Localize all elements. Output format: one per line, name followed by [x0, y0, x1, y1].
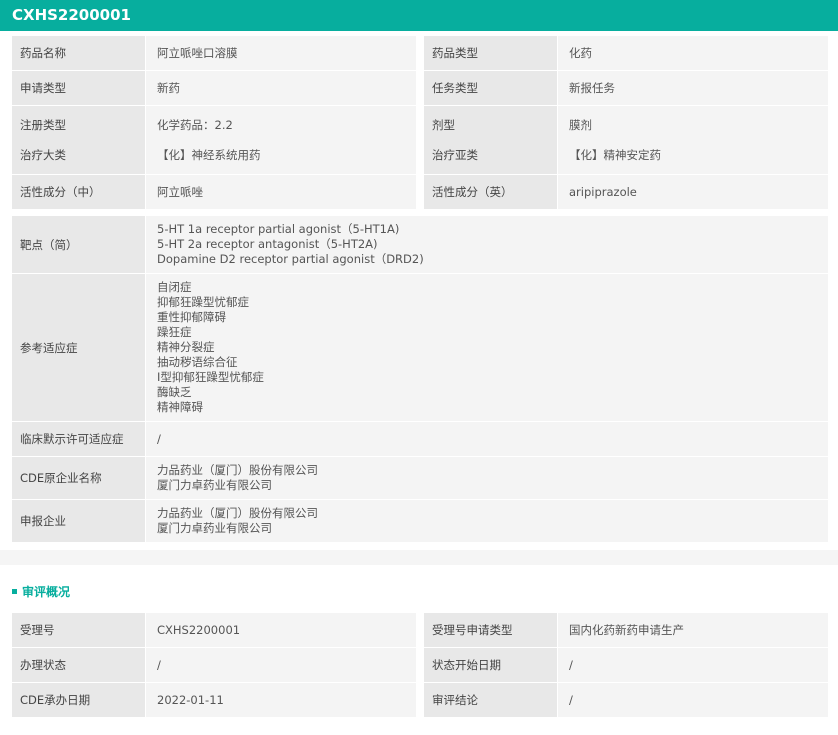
field-value: 力品药业（厦门）股份有限公司 厦门力卓药业有限公司: [146, 500, 828, 542]
value-line: 自闭症: [157, 280, 192, 294]
field-label: 任务类型: [424, 71, 557, 105]
field-label: 临床默示许可适应症: [12, 422, 145, 456]
section-divider: [0, 550, 838, 565]
value-line: 重性抑郁障碍: [157, 310, 226, 324]
info-row: 剂型 治疗亚类 膜剂 【化】精神安定药: [424, 106, 828, 174]
field-value: /: [146, 648, 416, 682]
value-line: 躁狂症: [157, 325, 192, 339]
value-line: I型抑郁狂躁型忧郁症: [157, 370, 264, 384]
field-value-text: 化学药品：2.2: [157, 118, 233, 132]
detail-row: CDE原企业名称 力品药业（厦门）股份有限公司 厦门力卓药业有限公司: [12, 457, 828, 499]
field-value: 国内化药新药申请生产: [558, 613, 828, 647]
field-value: 力品药业（厦门）股份有限公司 厦门力卓药业有限公司: [146, 457, 828, 499]
field-label-text: 注册类型: [20, 118, 66, 132]
field-label: 药品名称: [12, 36, 145, 70]
detail-row: 申报企业 力品药业（厦门）股份有限公司 厦门力卓药业有限公司: [12, 500, 828, 542]
info-row: 申请类型 新药: [12, 71, 416, 105]
field-label: 活性成分（中）: [12, 175, 145, 209]
value-line: 厦门力卓药业有限公司: [157, 521, 272, 535]
field-label: CDE原企业名称: [12, 457, 145, 499]
field-label: 参考适应症: [12, 274, 145, 421]
value-line: /: [157, 431, 161, 446]
field-value: /: [558, 648, 828, 682]
field-label: 药品类型: [424, 36, 557, 70]
field-label: CDE承办日期: [12, 683, 145, 717]
detail-row: 参考适应症 自闭症 抑郁狂躁型忧郁症 重性抑郁障碍 躁狂症 精神分裂症 抽动秽语综合征 I型抑…: [12, 274, 828, 421]
field-value: /: [146, 422, 828, 456]
value-line: 抑郁狂躁型忧郁症: [157, 295, 249, 309]
field-value: 阿立哌唑口溶膜: [146, 36, 416, 70]
field-label: 办理状态: [12, 648, 145, 682]
field-value: /: [558, 683, 828, 717]
review-row: 受理号 CXHS2200001: [12, 613, 416, 647]
field-label-text: 治疗亚类: [432, 148, 478, 162]
detail-row: 靶点（简） 5-HT 1a receptor partial agonist（5-…: [12, 216, 828, 273]
review-info-table: 受理号 CXHS2200001 受理号申请类型 国内化药新药申请生产 办理状态 / 状态开始…: [12, 613, 828, 717]
detail-row: 临床默示许可适应症 /: [12, 422, 828, 456]
field-value: 化药: [558, 36, 828, 70]
field-value-text: 膜剂: [569, 118, 592, 132]
field-label: 注册类型 治疗大类: [12, 106, 145, 174]
info-row: 药品类型 化药: [424, 36, 828, 70]
value-line: 精神障碍: [157, 400, 203, 414]
square-bullet-icon: [12, 589, 17, 594]
field-label: 审评结论: [424, 683, 557, 717]
review-row: CDE承办日期 2022-01-11: [12, 683, 416, 717]
field-label: 申报企业: [12, 500, 145, 542]
field-value: CXHS2200001: [146, 613, 416, 647]
info-row: 注册类型 治疗大类 化学药品：2.2 【化】神经系统用药: [12, 106, 416, 174]
field-value: 2022-01-11: [146, 683, 416, 717]
info-row: 活性成分（英） aripiprazole: [424, 175, 828, 209]
field-label: 活性成分（英）: [424, 175, 557, 209]
review-row: 状态开始日期 /: [424, 648, 828, 682]
field-label-text: 治疗大类: [20, 148, 66, 162]
field-value: 自闭症 抑郁狂躁型忧郁症 重性抑郁障碍 躁狂症 精神分裂症 抽动秽语综合征 I型抑郁狂躁型忧…: [146, 274, 828, 421]
value-line: 力品药业（厦门）股份有限公司: [157, 506, 318, 520]
field-label: 状态开始日期: [424, 648, 557, 682]
field-value-text: 【化】精神安定药: [569, 148, 661, 162]
field-value: 阿立哌唑: [146, 175, 416, 209]
field-label: 靶点（简）: [12, 216, 145, 273]
value-line: 酶缺乏: [157, 385, 192, 399]
field-value: aripiprazole: [558, 175, 828, 209]
application-number-title: CXHS2200001: [12, 6, 131, 24]
field-label-text: 剂型: [432, 118, 455, 132]
value-line: 精神分裂症: [157, 340, 215, 354]
field-value-text: 【化】神经系统用药: [157, 148, 261, 162]
field-label: 剂型 治疗亚类: [424, 106, 557, 174]
value-line: 5-HT 1a receptor partial agonist（5-HT1A): [157, 222, 400, 236]
review-row: 审评结论 /: [424, 683, 828, 717]
review-section-title: 审评概况: [0, 565, 838, 613]
detail-info-table: 靶点（简） 5-HT 1a receptor partial agonist（5-…: [12, 216, 828, 542]
field-label: 受理号申请类型: [424, 613, 557, 647]
info-row: 活性成分（中） 阿立哌唑: [12, 175, 416, 209]
review-row: 受理号申请类型 国内化药新药申请生产: [424, 613, 828, 647]
field-label: 申请类型: [12, 71, 145, 105]
field-value: 化学药品：2.2 【化】神经系统用药: [146, 106, 416, 174]
review-row: 办理状态 /: [12, 648, 416, 682]
page-header: CXHS2200001: [0, 0, 838, 31]
value-line: Dopamine D2 receptor partial agonist（DRD…: [157, 252, 424, 266]
value-line: 抽动秽语综合征: [157, 355, 238, 369]
info-row: 药品名称 阿立哌唑口溶膜: [12, 36, 416, 70]
value-line: 力品药业（厦门）股份有限公司: [157, 463, 318, 477]
field-label: 受理号: [12, 613, 145, 647]
info-row: 任务类型 新报任务: [424, 71, 828, 105]
value-line: 厦门力卓药业有限公司: [157, 478, 272, 492]
field-value: 新药: [146, 71, 416, 105]
field-value: 膜剂【化】精神安定药: [558, 106, 828, 174]
basic-info-table: 药品名称 阿立哌唑口溶膜 药品类型 化药 申请类型 新药 任务类型 新报任务 注册类型 治疗大类化…: [12, 36, 828, 209]
field-value: 新报任务: [558, 71, 828, 105]
field-value: 5-HT 1a receptor partial agonist（5-HT1A)…: [146, 216, 828, 273]
value-line: 5-HT 2a receptor antagonist（5-HT2A): [157, 237, 378, 251]
